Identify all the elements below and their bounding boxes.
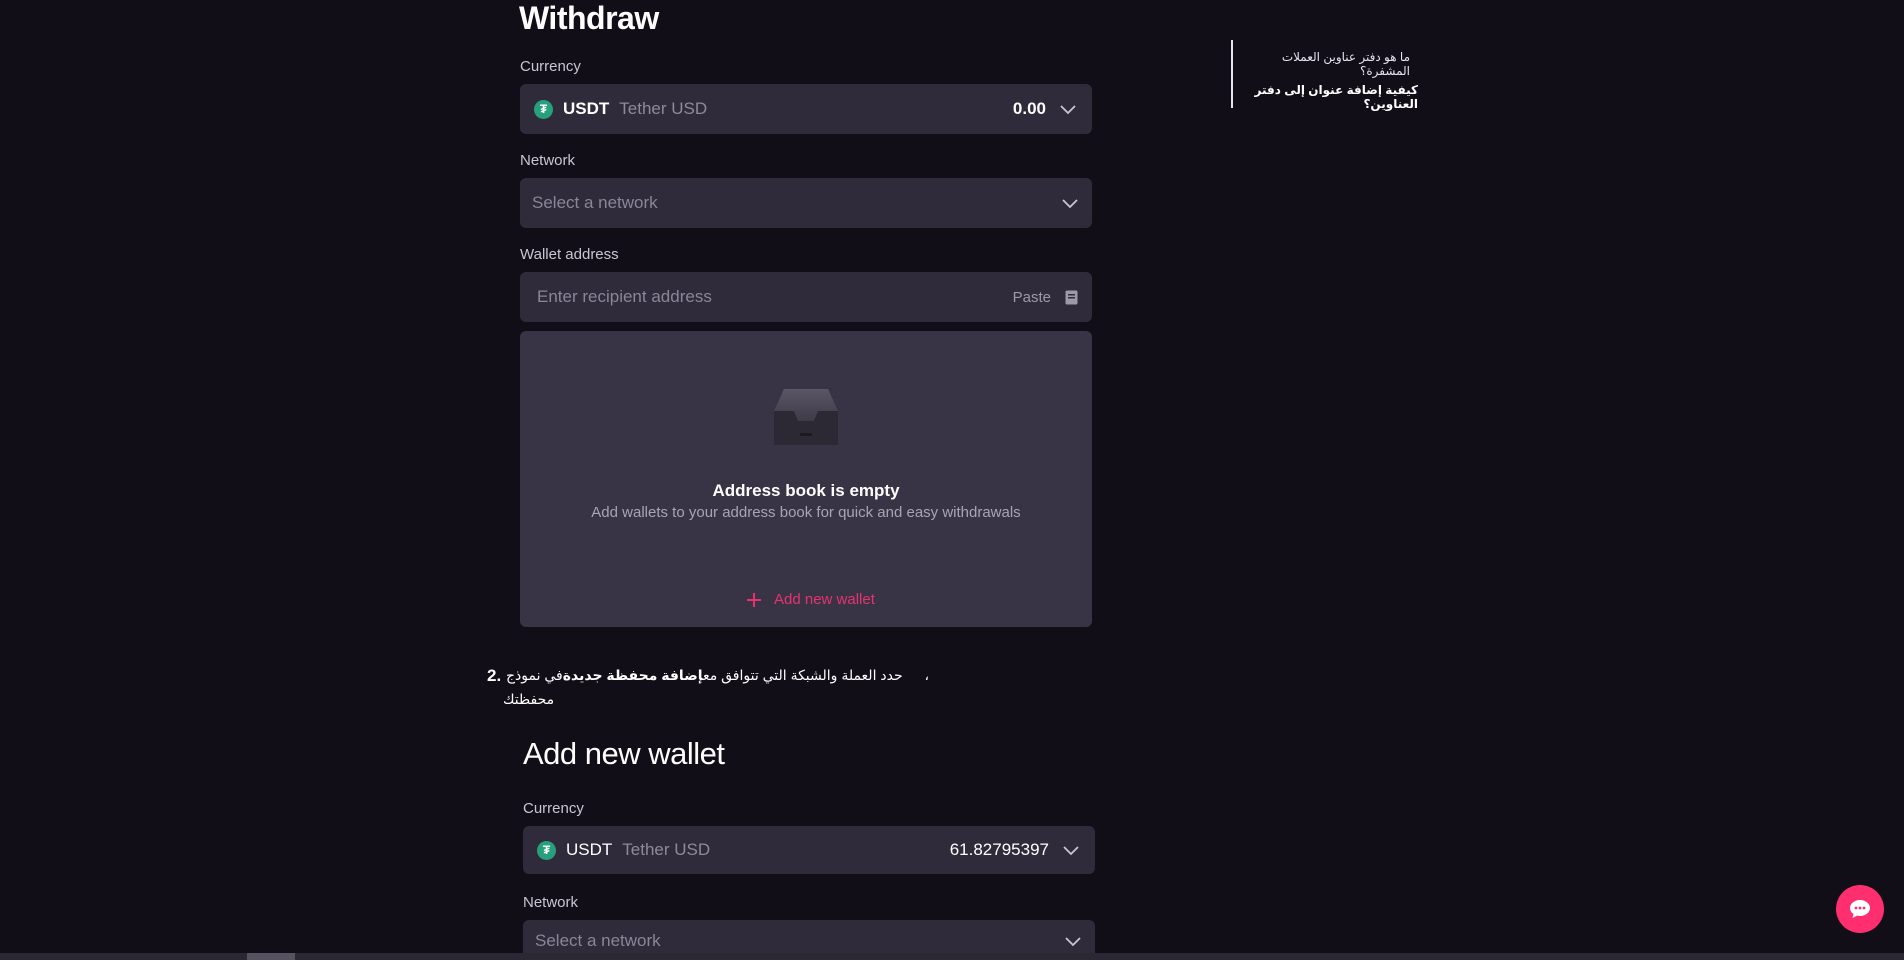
withdraw-title: Withdraw [519,0,659,36]
toc-divider [1231,40,1233,108]
step-text-bold: إضافة محفظة جديدة [562,667,703,683]
add-wallet-currency-name: Tether USD [622,840,711,859]
address-placeholder: Enter recipient address [537,287,712,306]
usdt-coin-icon: ₮ [534,99,553,119]
toc-item-what-is-address-book[interactable]: ما هو دفتر عناوين العملات المشفرة؟ [1240,50,1410,78]
currency-symbol: USDT [563,99,610,118]
plus-icon [747,592,761,607]
step-text: حدد العملة والشبكة التي تتوافق معإضافة م… [506,667,929,684]
step-number: 2. [487,666,502,685]
add-wallet-currency-symbol: USDT [566,840,613,859]
add-wallet-currency-label: Currency [523,800,584,817]
toc-item-how-to-add-address[interactable]: كيفية إضافة عنوان إلى دفتر العناوين؟ [1240,83,1419,111]
chat-button[interactable] [1836,885,1884,933]
wallet-address-input[interactable]: Enter recipient address Paste [520,272,1092,322]
add-wallet-currency-select[interactable]: ₮ USDT Tether USD 61.82795397 [523,826,1095,874]
add-new-wallet-label: Add new wallet [774,591,875,608]
chevron-down-icon [1060,105,1076,115]
add-new-wallet-button[interactable]: Add new wallet [746,591,875,608]
currency-select[interactable]: ₮ USDT Tether USD 0.00 [520,84,1092,134]
paste-button[interactable]: Paste [1013,289,1051,306]
address-book-empty-title: Address book is empty [712,481,900,500]
currency-label: Currency [520,58,581,75]
address-book-empty-subtitle: Add wallets to your address book for qui… [591,504,1021,521]
chat-icon [1850,900,1870,918]
wallet-address-label: Wallet address [520,246,619,263]
add-wallet-currency-balance: 61.82795397 [949,840,1049,859]
network-label: Network [520,152,576,169]
add-wallet-title: Add new wallet [523,736,725,771]
currency-balance: 0.00 [1012,99,1046,118]
add-wallet-network-label: Network [523,894,579,911]
usdt-coin-icon: ₮ [537,840,556,860]
step-text-after: في نموذج [506,667,563,683]
chevron-down-icon [1062,199,1078,209]
network-select[interactable]: Select a network [520,178,1092,228]
step-text-before: حدد العملة والشبكة التي تتوافق مع [702,667,903,683]
inbox-icon [774,389,838,445]
add-wallet-network-select[interactable]: Select a network [523,920,1095,954]
address-book-panel: Address book is empty Add wallets to you… [520,331,1092,627]
step-text-trailing: ، [924,667,930,683]
horizontal-scrollbar-thumb[interactable] [247,953,295,960]
chevron-down-icon [1065,937,1081,947]
clipboard-icon[interactable] [1065,290,1078,305]
currency-name: Tether USD [619,99,708,118]
step-text-line2: محفظتك [503,691,555,707]
network-placeholder: Select a network [532,193,658,212]
chevron-down-icon [1063,846,1079,856]
add-wallet-network-placeholder: Select a network [535,931,661,950]
